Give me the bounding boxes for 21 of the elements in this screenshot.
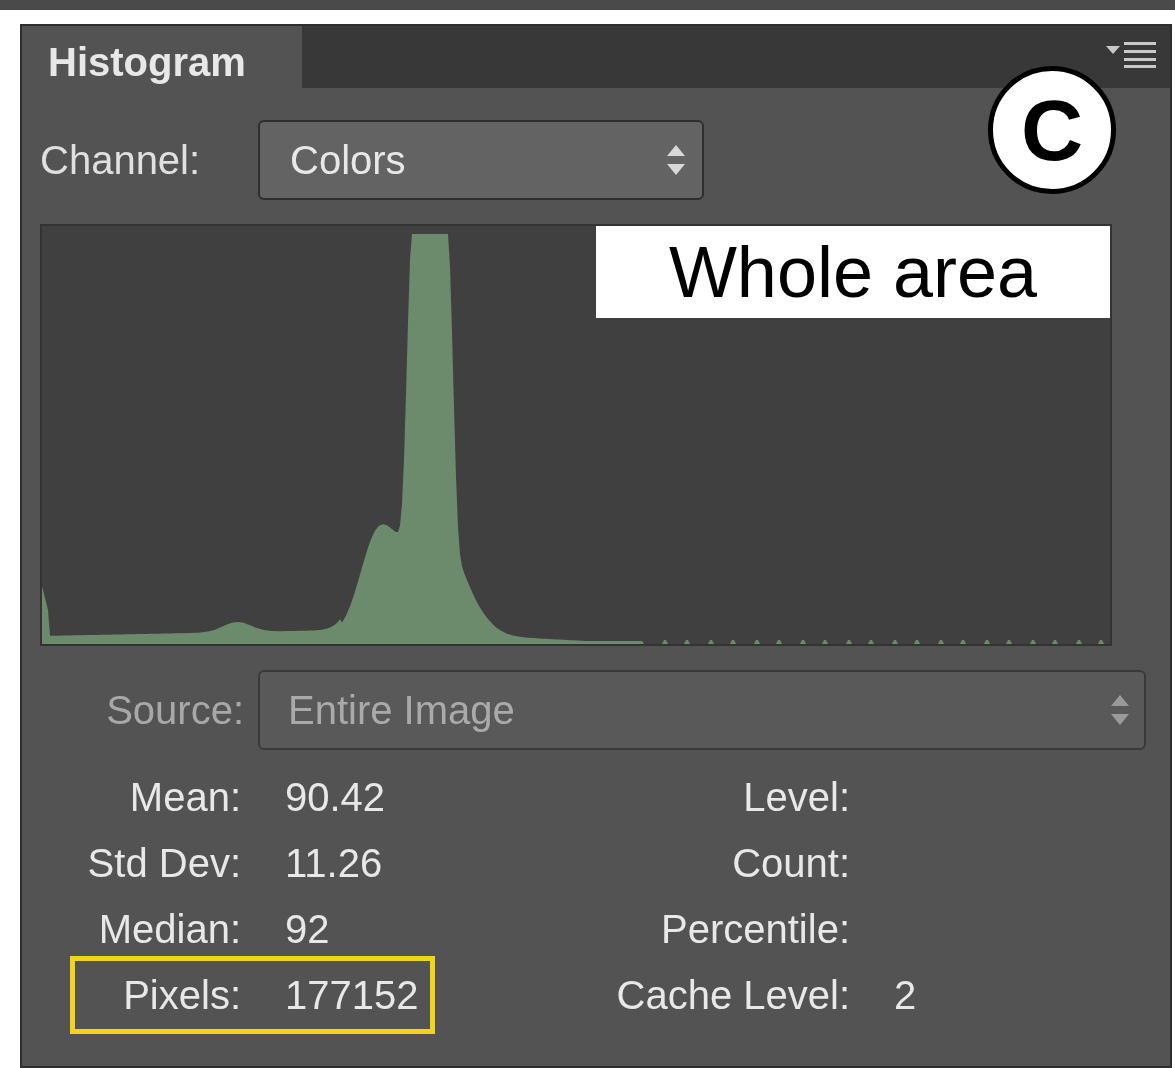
- updown-arrows-icon: [666, 143, 686, 177]
- stat-label: Count:: [731, 840, 850, 887]
- stat-label: Percentile:: [660, 906, 850, 953]
- callout-badge: C: [988, 66, 1116, 194]
- source-label: Source:: [105, 687, 245, 734]
- channel-label: Channel:: [40, 137, 202, 184]
- stat-label: Cache Level:: [615, 972, 850, 1019]
- overlay-caption: Whole area: [596, 226, 1110, 318]
- stat-value: 11.26: [285, 840, 383, 887]
- channel-select[interactable]: Colors: [258, 120, 704, 200]
- stat-label: Std Dev:: [91, 840, 241, 887]
- stat-value: 177152: [285, 972, 419, 1019]
- stat-value: 92: [285, 906, 330, 953]
- stat-label: Median:: [97, 906, 241, 953]
- updown-arrows-icon: [1110, 693, 1130, 727]
- panel-tab[interactable]: Histogram: [22, 26, 302, 88]
- stat-label: Level:: [742, 774, 850, 821]
- stat-label: Mean:: [128, 774, 241, 821]
- stat-label: Pixels:: [122, 972, 241, 1019]
- stat-value: 2: [894, 972, 917, 1019]
- stat-value: 90.42: [285, 774, 386, 821]
